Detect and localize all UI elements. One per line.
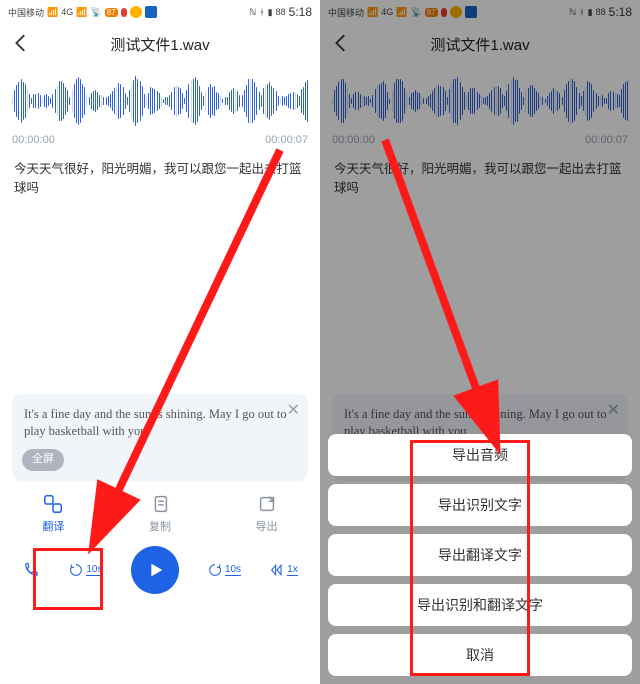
back-button[interactable] <box>10 32 32 54</box>
bluetooth-icon: ᚼ <box>259 7 264 17</box>
translation-text[interactable]: It's a fine day and the sun is shining. … <box>24 407 287 439</box>
transcript-text[interactable]: 今天天气很好，阳光明媚，我可以跟您一起出去打篮球吗 <box>0 154 320 204</box>
export-icon <box>256 493 278 515</box>
phone-call-button[interactable] <box>22 561 40 579</box>
page-title: 测试文件1.wav <box>110 34 209 55</box>
forward-label: 10s <box>225 564 241 576</box>
sheet-export-audio[interactable]: 导出音频 <box>328 434 632 476</box>
rewind-label: 10s <box>86 564 102 576</box>
tab-translate-label: 翻译 <box>42 518 64 534</box>
signal-icon-2: 📶 <box>76 7 87 18</box>
wifi-icon: 📡 <box>90 7 101 18</box>
notif-badge-3 <box>130 6 142 18</box>
battery-text: 88 <box>276 7 286 17</box>
time-end: 00:00:07 <box>265 134 308 146</box>
tab-export-label: 导出 <box>256 518 278 534</box>
sheet-export-translated-text[interactable]: 导出翻译文字 <box>328 534 632 576</box>
forward-10s-button[interactable]: 10s <box>207 562 241 578</box>
time-start: 00:00:00 <box>12 134 55 146</box>
phone-screenshot-left: 中国移动 📶 4G 📶 📡 87 ℕ ᚼ ▮ 88 5:18 测试文件1.wav… <box>0 0 320 684</box>
tab-translate[interactable]: 翻译 <box>23 493 83 534</box>
translation-card: It's a fine day and the sun is shining. … <box>12 394 308 481</box>
speed-label: 1x <box>287 564 298 576</box>
waveform <box>12 74 308 128</box>
notif-badge-1: 87 <box>105 8 118 17</box>
translate-icon <box>42 493 64 515</box>
battery-icon: ▮ <box>268 7 273 18</box>
rewind-10s-button[interactable]: 10s <box>68 562 102 578</box>
notif-badge-4 <box>145 6 157 18</box>
clock-text: 5:18 <box>289 5 312 19</box>
sheet-export-both-text[interactable]: 导出识别和翻译文字 <box>328 584 632 626</box>
speed-button[interactable]: 1x <box>269 562 298 578</box>
sheet-cancel[interactable]: 取消 <box>328 634 632 676</box>
network-type: 4G <box>61 7 73 17</box>
status-bar: 中国移动 📶 4G 📶 📡 87 ℕ ᚼ ▮ 88 5:18 <box>0 0 320 24</box>
page-header: 测试文件1.wav <box>0 24 320 64</box>
time-bar: 00:00:00 00:00:07 <box>0 132 320 154</box>
tab-copy-label: 复制 <box>149 518 171 534</box>
tab-export[interactable]: 导出 <box>237 493 297 534</box>
tab-copy[interactable]: 复制 <box>130 493 190 534</box>
signal-icon: 📶 <box>47 7 58 18</box>
nfc-icon: ℕ <box>249 7 256 18</box>
play-button[interactable] <box>131 546 179 594</box>
carrier-text: 中国移动 <box>8 6 44 19</box>
waveform-area[interactable] <box>0 64 320 132</box>
phone-screenshot-right: 中国移动 📶 4G 📶 📡 87 ℕ ᚼ ▮ 88 5:18 测试文件1.wav… <box>320 0 640 684</box>
close-icon[interactable]: ✕ <box>287 400 300 422</box>
playback-controls: 10s 10s 1x <box>0 540 320 606</box>
export-action-sheet: 导出音频 导出识别文字 导出翻译文字 导出识别和翻译文字 取消 <box>328 434 632 676</box>
sheet-export-recognized-text[interactable]: 导出识别文字 <box>328 484 632 526</box>
copy-icon <box>149 493 171 515</box>
fullscreen-button[interactable]: 全屏 <box>22 449 64 470</box>
notif-badge-2 <box>121 8 127 17</box>
action-tabs: 翻译 复制 导出 <box>0 481 320 540</box>
